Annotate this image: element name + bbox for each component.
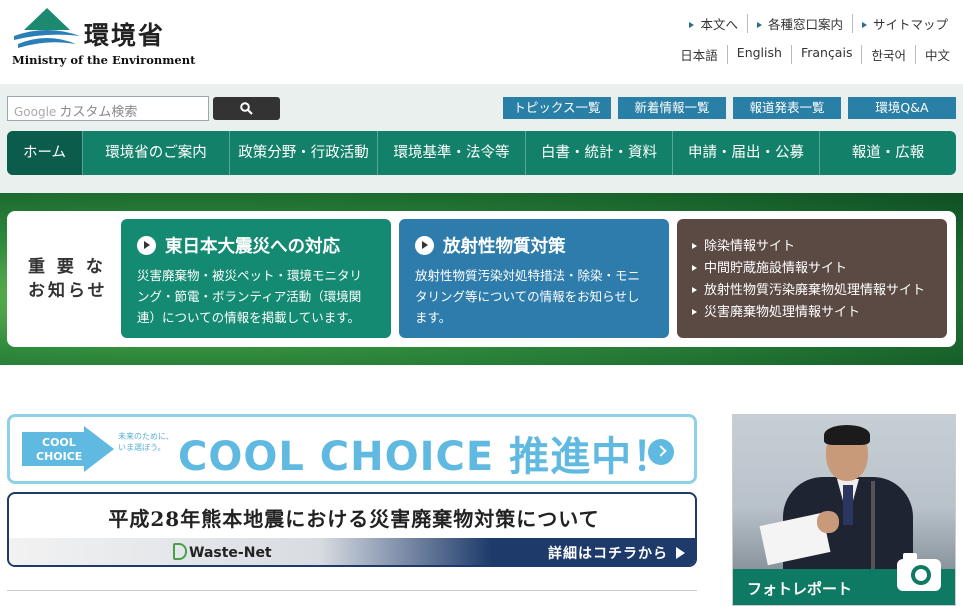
triangle-right-icon [692, 243, 697, 249]
utility-links: 本文へ 各種窓口案内 サイトマップ [680, 14, 957, 33]
cool-choice-arrow-logo-icon: COOL CHOICE [22, 426, 114, 472]
card-description: 災害廃棄物・被災ペット・環境モニタリング・節電・ボランティア活動（環境関連）につ… [137, 268, 363, 325]
search-placeholder: カスタム検索 [59, 105, 138, 120]
main-nav: ホーム 環境省のご案内 政策分野・行政活動 環境基準・法令等 白書・統計・資料 … [7, 131, 956, 175]
photo-report-label: フォトレポート [747, 580, 853, 598]
interim-storage-site-link[interactable]: 中間貯蔵施設情報サイト [692, 258, 925, 280]
important-notice-label: 重 要 な お知らせ [28, 257, 108, 301]
lang-chinese[interactable]: 中文 [914, 45, 959, 64]
logo-japanese-text: 環境省 [84, 21, 166, 50]
triangle-right-icon [692, 309, 697, 315]
lang-japanese[interactable]: 日本語 [671, 45, 727, 64]
kumamoto-earthquake-banner[interactable]: 平成28年熊本地震における災害廃棄物対策について Waste-Net 詳細はコチ… [7, 492, 697, 567]
play-circle-icon [415, 236, 434, 255]
topics-list-button[interactable]: トピックス一覧 [503, 97, 611, 119]
cool-choice-headline: COOL CHOICE 推進中！ [178, 434, 674, 480]
search-button[interactable] [213, 97, 280, 120]
search-input[interactable]: Google カスタム検索 [7, 96, 209, 121]
disaster-waste-site-link[interactable]: 災害廃棄物処理情報サイト [692, 302, 925, 324]
nav-press[interactable]: 報道・広報 [819, 131, 956, 175]
cool-choice-banner[interactable]: COOL CHOICE 未来のために、いま選ぼう。 COOL CHOICE 推進… [7, 414, 697, 484]
lang-english[interactable]: English [726, 45, 791, 64]
language-links: 日本語 English Français 한국어 中文 [671, 45, 959, 64]
microphone-stand [871, 481, 875, 571]
site-logo[interactable]: 環境省 Ministry of the Environment [10, 6, 195, 68]
nav-about[interactable]: 環境省のご案内 [82, 131, 229, 175]
photo-report-panel[interactable]: フォトレポート [732, 414, 956, 606]
triangle-right-icon [692, 287, 697, 293]
cool-choice-logo-line2: CHOICE [36, 450, 82, 463]
chevron-right-circle-icon [648, 439, 674, 465]
skip-to-content-link[interactable]: 本文へ [680, 14, 747, 33]
card-title: 放射性物質対策 [443, 237, 566, 257]
triangle-right-icon [756, 22, 762, 28]
contact-guide-link[interactable]: 各種窓口案内 [746, 14, 852, 33]
new-info-list-button[interactable]: 新着情報一覧 [618, 97, 726, 119]
decontamination-site-link[interactable]: 除染情報サイト [692, 236, 925, 258]
radioactive-measures-card[interactable]: 放射性物質対策 放射性物質汚染対処特措法・除染・モニタリング等についての情報をお… [399, 219, 669, 338]
photo-report-image [733, 415, 955, 577]
google-label: Google [14, 105, 57, 119]
dwaste-net-logo: Waste-Net [173, 543, 272, 561]
search-icon [240, 102, 253, 115]
cool-choice-logo-line1: COOL [42, 436, 76, 449]
nav-whitepaper[interactable]: 白書・統計・資料 [525, 131, 672, 175]
triangle-right-icon [692, 265, 697, 271]
nav-home[interactable]: ホーム [7, 131, 82, 175]
logo-english-text: Ministry of the Environment [12, 53, 196, 67]
site-header: 環境省 Ministry of the Environment 本文へ 各種窓口… [0, 0, 963, 84]
lang-french[interactable]: Français [790, 45, 862, 64]
environment-qa-button[interactable]: 環境Q&A [848, 97, 956, 119]
info-sites-card: 除染情報サイト 中間貯蔵施設情報サイト 放射性物質汚染廃棄物処理情報サイト 災害… [677, 219, 947, 338]
nav-policy[interactable]: 政策分野・行政活動 [229, 131, 377, 175]
triangle-right-icon [861, 22, 867, 28]
banner-footer: Waste-Net 詳細はコチラから [9, 538, 695, 565]
sitemap-link[interactable]: サイトマップ [851, 14, 957, 33]
section-divider [7, 590, 697, 591]
play-circle-icon [137, 236, 156, 255]
lang-korean[interactable]: 한국어 [861, 45, 915, 64]
triangle-right-icon [689, 22, 695, 28]
radioactive-waste-site-link[interactable]: 放射性物質汚染廃棄物処理情報サイト [692, 280, 925, 302]
cool-choice-tagline: 未来のために、いま選ぼう。 [118, 432, 174, 452]
banner-title: 平成28年熊本地震における災害廃棄物対策について [108, 507, 600, 531]
play-arrow-icon [676, 547, 685, 559]
earthquake-response-card[interactable]: 東日本大震災への対応 災害廃棄物・被災ペット・環境モニタリング・節電・ボランティ… [121, 219, 391, 338]
info-sites-list: 除染情報サイト 中間貯蔵施設情報サイト 放射性物質汚染廃棄物処理情報サイト 災害… [692, 236, 925, 324]
ministry-emblem-icon [14, 8, 80, 48]
details-link: 詳細はコチラから [548, 543, 685, 563]
press-release-list-button[interactable]: 報道発表一覧 [733, 97, 841, 119]
d-letter-icon [173, 543, 187, 560]
nav-applications[interactable]: 申請・届出・公募 [672, 131, 819, 175]
card-description: 放射性物質汚染対処特措法・除染・モニタリング等についての情報をお知らせします。 [415, 268, 641, 325]
nav-standards[interactable]: 環境基準・法令等 [377, 131, 525, 175]
page: 環境省 Ministry of the Environment 本文へ 各種窓口… [0, 0, 963, 606]
camera-icon [897, 553, 941, 591]
card-title: 東日本大震災への対応 [165, 237, 340, 257]
